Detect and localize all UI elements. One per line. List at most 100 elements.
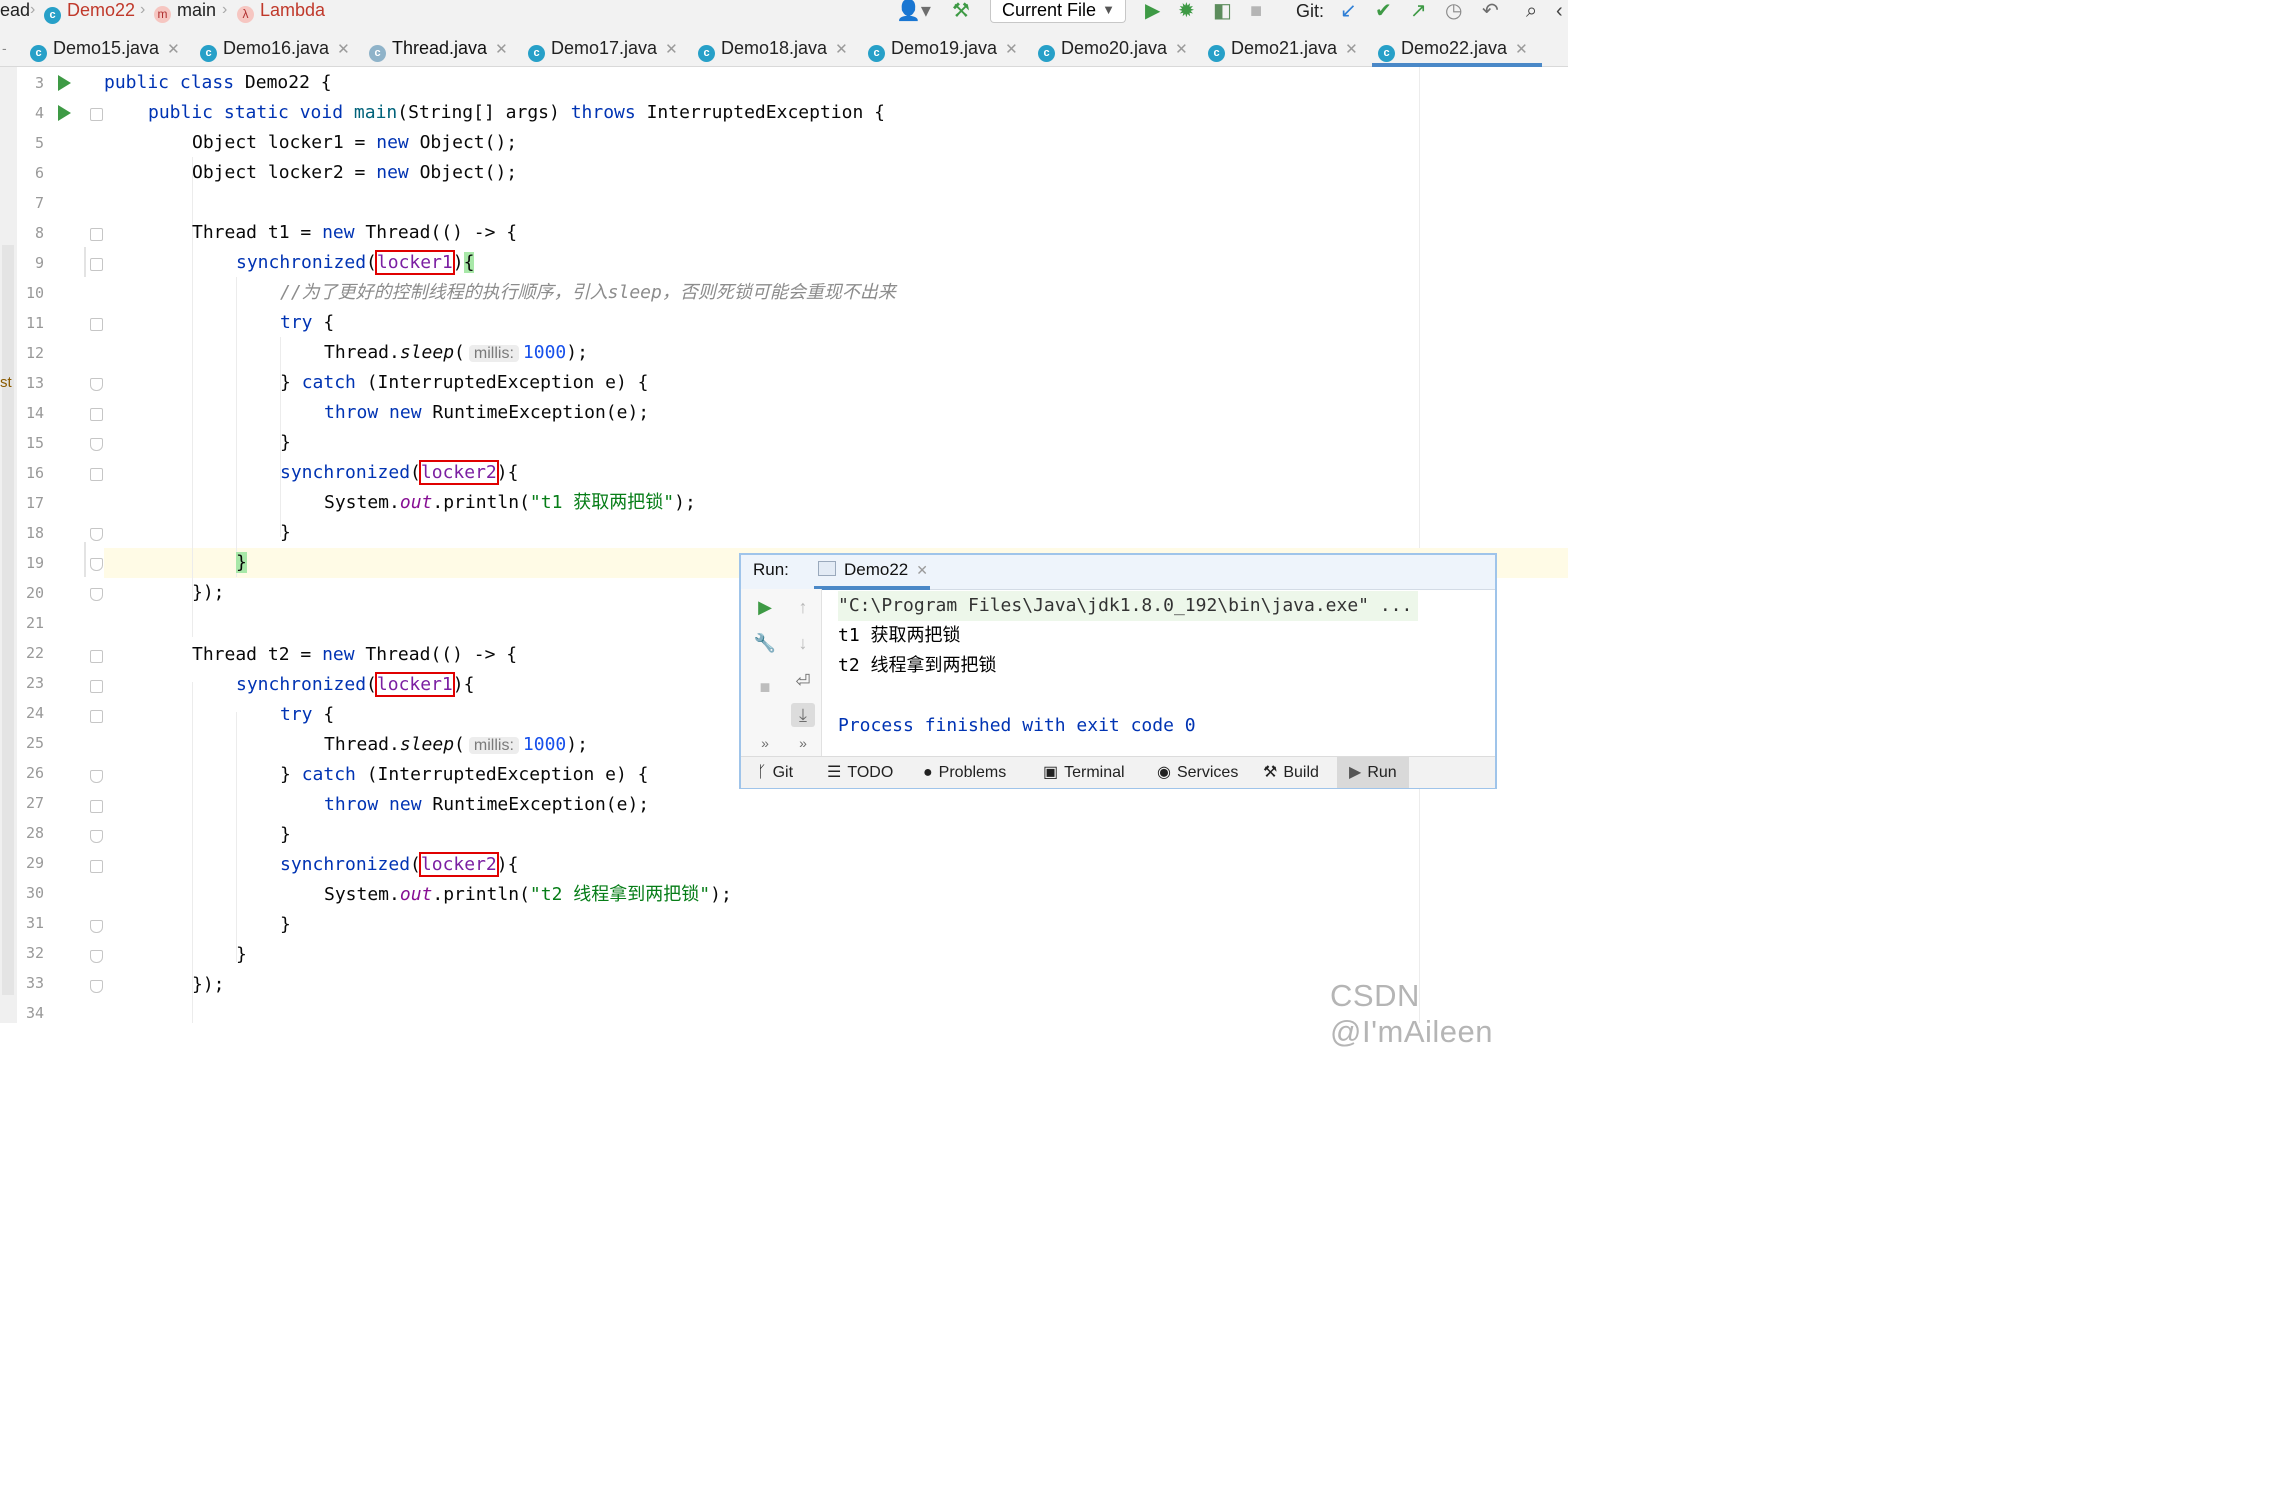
git-push-icon[interactable]: ↗ [1410,0,1427,22]
close-icon[interactable]: ✕ [495,41,508,58]
history-clock-icon[interactable]: ◷ [1445,0,1462,22]
code-token: throw [324,794,379,815]
fold-icon[interactable] [90,408,103,421]
run-icon[interactable]: ▶ [1145,0,1160,22]
stop-icon[interactable]: ■ [753,675,777,699]
debug-bug-icon[interactable]: ✹ [1178,0,1195,22]
code-token: Object locker1 = [192,132,366,153]
search-icon[interactable]: ⌕ [1526,0,1537,22]
close-icon[interactable]: ✕ [1005,41,1018,58]
more-icon[interactable]: ‹ [1556,0,1563,22]
coverage-icon[interactable]: ◧ [1213,0,1232,22]
fold-icon[interactable] [90,650,103,663]
run-side-toolbar: ▶ ↑ 🔧 ↓ ■ ⏎ ⤓ » » [741,589,822,757]
fold-icon[interactable] [90,318,103,331]
line-number: 4 [34,104,44,122]
fold-end-icon[interactable] [90,378,103,391]
tool-tab-run[interactable]: ▶ Run [1337,757,1409,788]
tab-scroll-left-icon[interactable]: - [2,30,7,66]
code-line-8: Thread t1 = new Thread(() -> { [192,218,517,248]
fold-icon[interactable] [90,228,103,241]
more-left-icon[interactable]: » [753,731,777,755]
close-icon[interactable]: ✕ [665,41,678,58]
fold-end-icon[interactable] [90,528,103,541]
code-token: { [323,704,335,725]
close-icon[interactable]: ✕ [1175,41,1188,58]
parameter-hint: millis: [468,737,519,754]
run-main-icon[interactable] [58,105,71,121]
line-number: 16 [25,464,44,482]
tab-demo20[interactable]: c Demo20.java ✕ [1038,30,1188,66]
breadcrumb-class[interactable]: c Demo22 [44,0,135,24]
build-hammer-icon[interactable]: ⚒ [952,0,970,22]
close-icon[interactable]: ✕ [1345,41,1358,58]
fold-end-icon[interactable] [90,980,103,993]
tool-tab-problems[interactable]: ● Problems [923,757,1006,788]
console-line: t1 获取两把锁 [838,625,961,646]
fold-end-icon[interactable] [90,950,103,963]
fold-end-icon[interactable] [90,558,103,571]
code-token: ); [566,734,588,755]
tab-demo18[interactable]: c Demo18.java ✕ [698,30,848,66]
arrow-up-icon[interactable]: ↑ [791,595,815,619]
fold-icon[interactable] [90,710,103,723]
more-right-icon[interactable]: » [791,731,815,755]
tab-label: Demo22.java [1401,38,1508,58]
fold-end-icon[interactable] [90,920,103,933]
line-number: 21 [25,614,44,632]
tab-demo19[interactable]: c Demo19.java ✕ [868,30,1018,66]
close-icon[interactable]: ✕ [337,41,350,58]
tool-tab-build[interactable]: ⚒ Build [1263,757,1319,788]
chevron-down-icon: ▼ [1102,2,1115,17]
fold-icon[interactable] [90,108,103,121]
wrench-icon[interactable]: 🔧 [753,631,777,655]
tool-tab-terminal[interactable]: ▣ Terminal [1043,757,1125,788]
breadcrumb-method[interactable]: m main [154,0,216,23]
close-icon[interactable]: ✕ [167,41,180,58]
tool-tab-git[interactable]: ᚴ Git [757,757,793,788]
tab-demo16[interactable]: c Demo16.java ✕ [200,30,350,66]
class-icon: c [369,45,386,62]
close-icon[interactable]: ✕ [1515,41,1528,58]
tab-demo15[interactable]: c Demo15.java ✕ [30,30,180,66]
fold-icon[interactable] [90,468,103,481]
fold-icon[interactable] [90,258,103,271]
tool-tab-services[interactable]: ◉ Services [1157,757,1238,788]
fold-end-icon[interactable] [90,588,103,601]
fold-end-icon[interactable] [90,438,103,451]
tab-demo22[interactable]: c Demo22.java ✕ [1372,30,1542,67]
line-number: 15 [25,434,44,452]
fold-end-icon[interactable] [90,770,103,783]
run-class-icon[interactable] [58,75,71,91]
user-icon[interactable]: 👤▾ [896,0,931,22]
run-tab-demo22[interactable]: Demo22 ✕ [814,555,930,590]
tab-demo21[interactable]: c Demo21.java ✕ [1208,30,1358,66]
fold-icon[interactable] [90,680,103,693]
fold-icon[interactable] [90,800,103,813]
run-window-title: Run: [753,560,789,579]
git-commit-check-icon[interactable]: ✔ [1375,0,1392,22]
code-editor[interactable]: public class Demo22 { public static void… [104,67,1568,1023]
scroll-to-end-icon[interactable]: ⤓ [791,703,815,727]
stop-icon[interactable]: ■ [1250,0,1262,22]
line-number: 19 [25,554,44,572]
close-icon[interactable]: ✕ [835,41,848,58]
breadcrumb-lambda[interactable]: λ Lambda [237,0,325,23]
tab-thread[interactable]: c Thread.java ✕ [369,30,508,66]
rollback-icon[interactable]: ↶ [1482,0,1499,22]
line-number: 27 [25,794,44,812]
editor-tab-bar: - c Demo15.java ✕ c Demo16.java ✕ c Thread.ja… [0,30,1568,67]
tab-demo17[interactable]: c Demo17.java ✕ [528,30,678,66]
close-icon[interactable]: ✕ [916,562,928,578]
fold-icon[interactable] [90,860,103,873]
arrow-down-icon[interactable]: ↓ [791,631,815,655]
tool-tab-todo[interactable]: ☰ TODO [827,757,893,788]
code-token: throws [570,102,636,123]
soft-wrap-icon[interactable]: ⏎ [791,669,815,693]
line-number: 34 [25,1004,44,1018]
services-icon: ◉ [1157,764,1171,781]
git-update-icon[interactable]: ↙ [1340,0,1357,22]
rerun-icon[interactable]: ▶ [753,595,777,619]
fold-end-icon[interactable] [90,830,103,843]
run-configuration-select[interactable]: Current File ▼ [990,0,1126,23]
